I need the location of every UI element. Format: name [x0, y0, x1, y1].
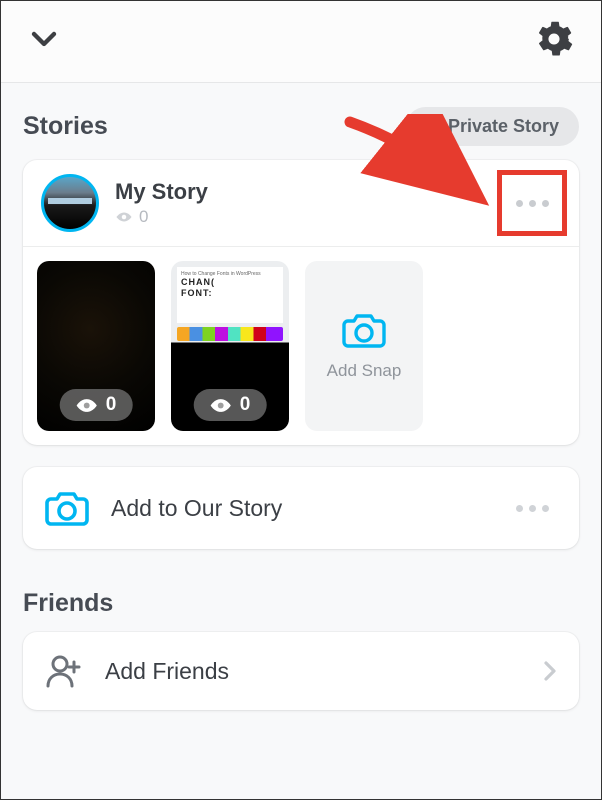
snap-thumbnail[interactable]: 0 [37, 261, 155, 431]
add-to-our-story-row[interactable]: Add to Our Story [23, 467, 579, 549]
view-count: 0 [139, 207, 148, 227]
friends-header: Friends [1, 571, 601, 632]
settings-button[interactable] [535, 20, 573, 63]
eye-icon [76, 398, 98, 413]
camera-icon [45, 489, 89, 527]
chevron-down-icon [29, 24, 59, 54]
more-icon [516, 200, 549, 207]
more-button[interactable] [503, 174, 561, 232]
our-story-label: Add to Our Story [111, 495, 516, 522]
collapse-button[interactable] [29, 24, 59, 59]
story-avatar [41, 174, 99, 232]
add-friends-row[interactable]: Add Friends [23, 632, 579, 710]
chevron-right-icon [543, 660, 557, 682]
more-button[interactable] [516, 505, 557, 512]
snap-view-count: 0 [240, 394, 251, 416]
my-story-row[interactable]: My Story 0 [23, 160, 579, 246]
add-snap-label: Add Snap [327, 361, 402, 381]
my-story-title: My Story [115, 179, 503, 205]
add-snap-button[interactable]: Add Snap [305, 261, 423, 431]
add-friend-icon [45, 654, 83, 688]
camera-icon [342, 311, 386, 349]
add-friends-card: Add Friends [23, 632, 579, 710]
stories-title: Stories [23, 112, 108, 141]
more-icon [516, 505, 549, 512]
eye-icon [210, 398, 232, 413]
add-friends-label: Add Friends [105, 658, 543, 685]
gear-icon [535, 20, 573, 58]
my-story-card: My Story 0 [23, 160, 579, 445]
my-story-views: 0 [115, 207, 503, 227]
private-story-label: Private Story [448, 116, 559, 137]
private-story-button[interactable]: Private Story [406, 107, 579, 146]
our-story-card: Add to Our Story [23, 467, 579, 549]
snap-view-badge: 0 [60, 389, 133, 421]
plus-icon [426, 119, 442, 135]
snap-view-badge: 0 [194, 389, 267, 421]
eye-icon [115, 211, 133, 223]
snap-strip: 0 How to Change Fonts in WordPress CHAN(… [23, 246, 579, 445]
snap-thumbnail[interactable]: How to Change Fonts in WordPress CHAN(FO… [171, 261, 289, 431]
top-bar [1, 1, 601, 83]
stories-header: Stories Private Story [1, 83, 601, 160]
friends-title: Friends [23, 589, 579, 618]
snap-view-count: 0 [106, 394, 117, 416]
